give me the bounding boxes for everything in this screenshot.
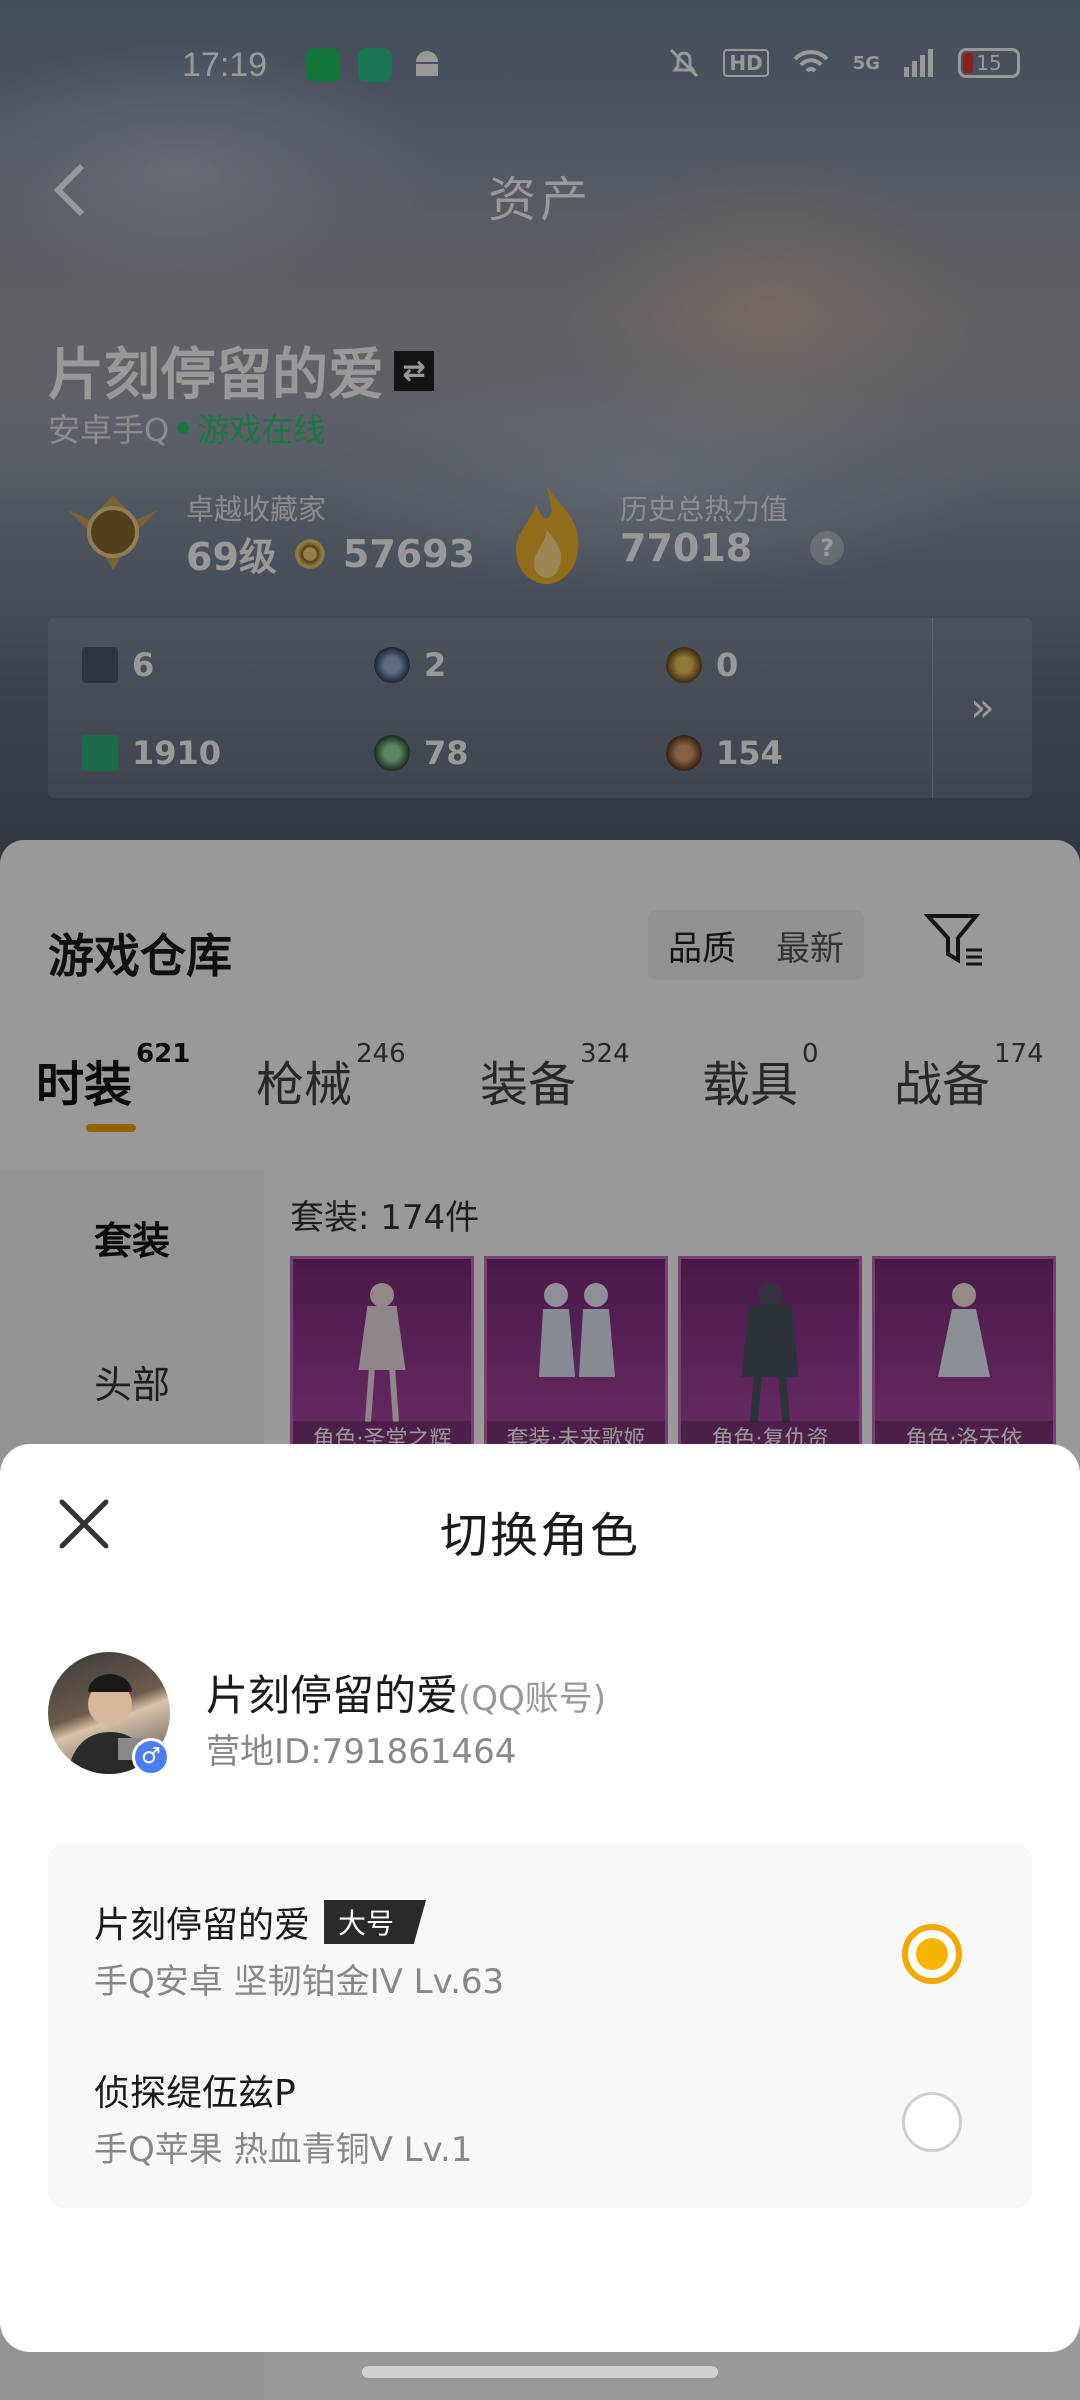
modal-title: 切换角色: [439, 1508, 640, 1564]
account-name: 片刻停留的爱(QQ账号): [206, 1671, 607, 1720]
role-list: 片刻停留的爱 大号 手Q安卓 坚韧铂金IV Lv.63 侦探缇伍兹P 手Q苹果 …: [48, 1844, 1032, 2208]
role-detail: 手Q苹果 热血青铜V Lv.1: [94, 2130, 473, 2170]
camp-id: 营地ID:791861464: [206, 1732, 517, 1772]
role-radio-selected[interactable]: [902, 1924, 962, 1984]
home-indicator[interactable]: [362, 2366, 718, 2378]
male-icon: ♂: [132, 1738, 170, 1776]
role-item-main[interactable]: 片刻停留的爱 大号 手Q安卓 坚韧铂金IV Lv.63: [48, 1852, 1032, 2012]
role-detail: 手Q安卓 坚韧铂金IV Lv.63: [94, 1962, 505, 2002]
account-info: ♂ 片刻停留的爱(QQ账号) 营地ID:791861464: [48, 1652, 1032, 1782]
switch-role-modal: 切换角色 ♂ 片刻停留的爱(QQ账号) 营地ID:791861464 片刻停留的…: [0, 1444, 1080, 2352]
role-radio[interactable]: [902, 2092, 962, 2152]
role-name: 侦探缇伍兹P: [94, 2073, 296, 2114]
main-account-badge: 大号: [324, 1900, 427, 1944]
role-item-alt[interactable]: 侦探缇伍兹P 手Q苹果 热血青铜V Lv.1: [48, 2020, 1032, 2180]
role-name: 片刻停留的爱 大号: [94, 1896, 427, 1948]
